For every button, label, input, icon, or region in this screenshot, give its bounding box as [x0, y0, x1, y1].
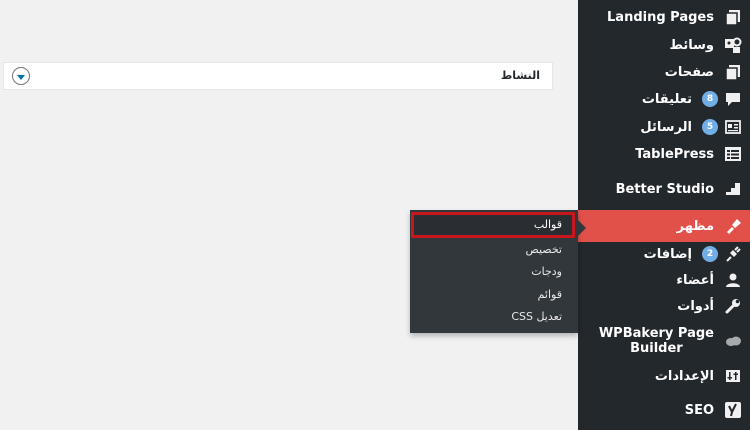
sidebar-item-label: مظهر: [676, 218, 714, 234]
media-icon: [724, 36, 742, 54]
sidebar-item-seo[interactable]: SEO: [578, 396, 750, 424]
sidebar-item-label: Better Studio: [615, 181, 714, 197]
sidebar-item-landing-pages[interactable]: Landing Pages: [578, 3, 750, 31]
submenu-item-customize[interactable]: تخصيص: [410, 239, 563, 261]
wpbakery-label-line2: Builder: [630, 341, 683, 356]
activity-panel-title: النشاط: [500, 69, 540, 82]
activity-panel: النشاط: [3, 62, 553, 90]
cloud-icon: [724, 332, 742, 350]
sidebar-item-label: SEO: [684, 402, 714, 418]
appearance-icon: [724, 217, 742, 235]
submenu-item-themes[interactable]: قوالب: [410, 214, 562, 236]
users-icon: [724, 271, 742, 289]
tools-icon: [724, 297, 742, 315]
sidebar-item-comments[interactable]: تعليقات 8: [578, 85, 750, 113]
sidebar-item-users[interactable]: أعضاء: [578, 266, 750, 294]
pages-icon: [724, 63, 742, 81]
sidebar-item-label: صفحات: [664, 64, 714, 80]
messages-count-badge: 5: [702, 119, 718, 135]
comments-icon: [724, 90, 742, 108]
plugins-count-badge: 2: [702, 246, 718, 262]
submenu-item-edit-css[interactable]: تعديل CSS: [410, 306, 562, 328]
sidebar-item-label: تعليقات: [641, 91, 692, 107]
sidebar-item-tablepress[interactable]: TablePress: [578, 140, 750, 168]
messages-icon: [724, 118, 742, 136]
comments-count-badge: 8: [702, 91, 718, 107]
sidebar-item-pages[interactable]: صفحات: [578, 58, 750, 86]
sidebar-item-settings[interactable]: الإعدادات: [578, 362, 750, 390]
sidebar-item-media[interactable]: وسائط: [578, 31, 750, 59]
sidebar-item-label: Landing Pages: [607, 9, 714, 25]
submenu-item-menus[interactable]: قوائم: [410, 284, 562, 306]
plugins-icon: [724, 245, 742, 263]
sidebar-item-label: الرسائل: [640, 119, 692, 135]
settings-icon: [724, 367, 742, 385]
yoast-icon: [724, 401, 742, 419]
sidebar-item-label: أدوات: [677, 298, 714, 314]
admin-sidebar: Landing Pages وسائط صفحات تعليقات 8 الرس…: [578, 0, 750, 430]
chart-icon: [724, 180, 742, 198]
sidebar-item-tools[interactable]: أدوات: [578, 292, 750, 320]
wpbakery-label-line1: WPBakery Page: [598, 326, 714, 341]
pages-icon: [724, 8, 742, 26]
sidebar-item-messages[interactable]: الرسائل 5: [578, 113, 750, 141]
sidebar-item-better-studio[interactable]: Better Studio: [578, 175, 750, 203]
sidebar-item-label: الإعدادات: [654, 368, 714, 384]
table-icon: [724, 145, 742, 163]
sidebar-item-wpbakery[interactable]: WPBakery Page Builder: [578, 324, 750, 358]
sidebar-item-appearance[interactable]: مظهر: [578, 210, 750, 242]
sidebar-item-label: TablePress: [635, 146, 714, 162]
chevron-down-icon[interactable]: [12, 67, 30, 85]
flyout-pointer: [578, 220, 586, 236]
sidebar-item-label: إضافات: [643, 246, 692, 262]
sidebar-item-label: وسائط: [669, 37, 714, 53]
sidebar-item-plugins[interactable]: إضافات 2: [578, 240, 750, 268]
sidebar-item-label: أعضاء: [676, 272, 714, 288]
sidebar-item-label: WPBakery Page Builder: [599, 326, 714, 356]
submenu-item-widgets[interactable]: ودجات: [410, 261, 562, 283]
